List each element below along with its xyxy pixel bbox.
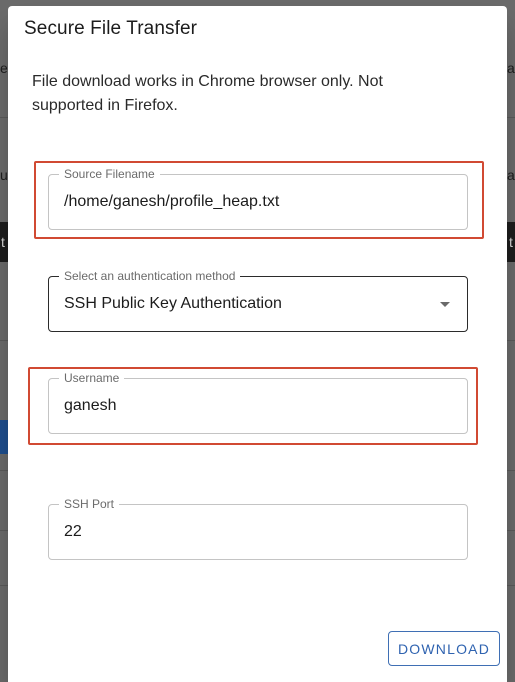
username-value: ganesh	[64, 397, 117, 414]
username-label: Username	[59, 371, 125, 385]
secure-file-transfer-dialog: Secure File Transfer File download works…	[8, 6, 507, 682]
browser-support-note: File download works in Chrome browser on…	[32, 73, 383, 114]
dialog-title: Secure File Transfer	[24, 18, 198, 39]
dropdown-arrow-icon[interactable]	[440, 302, 450, 307]
ssh-port-label: SSH Port	[59, 497, 120, 511]
ssh-port-field[interactable]: SSH Port 22	[48, 497, 468, 560]
source-filename-value: /home/ganesh/profile_heap.txt	[64, 193, 280, 210]
background-text: a	[507, 60, 515, 76]
background-text: a	[507, 167, 515, 183]
source-filename-label: Source Filename	[59, 167, 160, 181]
auth-method-select[interactable]: Select an authentication method SSH Publ…	[48, 269, 468, 332]
username-field[interactable]: Username ganesh	[48, 371, 468, 434]
background-text: t	[509, 234, 513, 250]
ssh-port-value: 22	[64, 523, 82, 540]
download-button[interactable]: DOWNLOAD	[388, 631, 500, 666]
source-filename-field[interactable]: Source Filename /home/ganesh/profile_hea…	[48, 167, 468, 230]
auth-method-value: SSH Public Key Authentication	[64, 295, 282, 312]
background-text: t	[1, 234, 5, 250]
auth-method-label: Select an authentication method	[59, 269, 241, 283]
